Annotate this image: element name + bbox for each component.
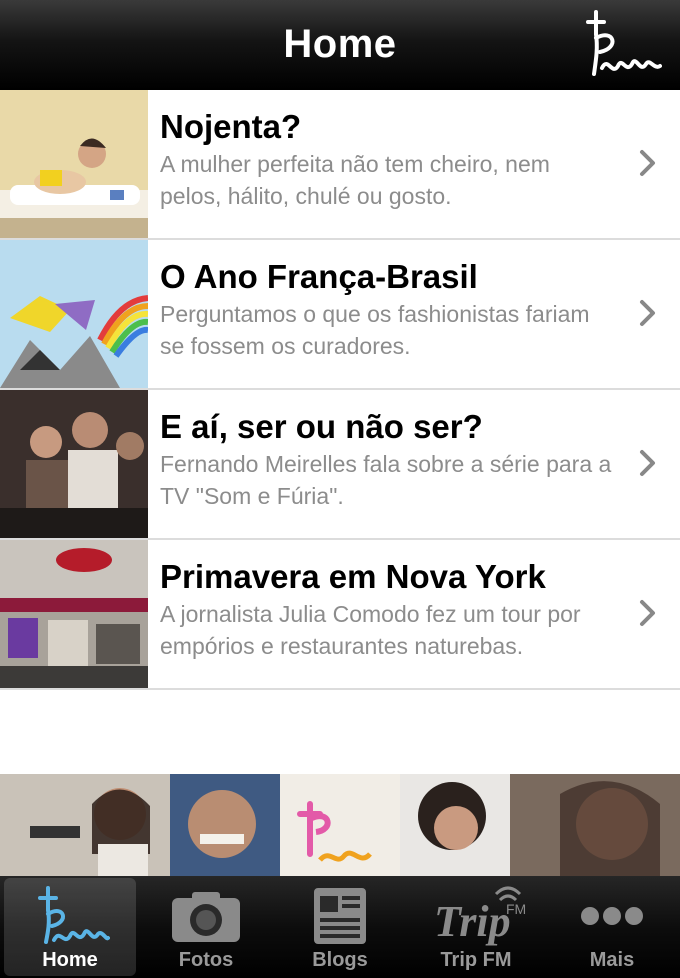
tpm-logo-icon[interactable]: [574, 8, 662, 82]
svg-text:Trip: Trip: [434, 897, 511, 946]
promo-banner[interactable]: [0, 774, 680, 876]
camera-icon: [172, 892, 240, 942]
article-thumbnail: [0, 390, 148, 538]
article-list: Nojenta? A mulher perfeita não tem cheir…: [0, 90, 680, 690]
list-item[interactable]: Primavera em Nova York A jornalista Juli…: [0, 540, 680, 690]
article-description: A mulher perfeita não tem cheiro, nem pe…: [160, 151, 550, 209]
article-title: E aí, ser ou não ser?: [160, 408, 483, 445]
tab-label: Blogs: [312, 949, 368, 971]
chevron-right-icon: [640, 300, 655, 326]
tab-label: Fotos: [178, 949, 234, 971]
tab-trip-fm[interactable]: Trip FM Trip FM: [410, 878, 542, 976]
tab-label: Trip FM: [440, 949, 512, 971]
article-description: Perguntamos o que os fashionistas fariam…: [160, 301, 590, 359]
chevron-right-icon: [640, 450, 655, 476]
chevron-right-icon: [640, 600, 655, 626]
list-item[interactable]: E aí, ser ou não ser? Fernando Meirelles…: [0, 390, 680, 540]
tab-mais[interactable]: Mais: [546, 878, 678, 976]
svg-text:FM: FM: [506, 901, 526, 917]
tab-fotos[interactable]: Fotos: [140, 878, 272, 976]
article-thumbnail: [0, 90, 148, 238]
article-title: Nojenta?: [160, 108, 302, 145]
tab-blogs[interactable]: Blogs: [274, 878, 406, 976]
tab-label: Home: [42, 949, 98, 971]
list-item[interactable]: Nojenta? A mulher perfeita não tem cheir…: [0, 90, 680, 240]
article-thumbnail: [0, 540, 148, 688]
tpm-logo-icon: [38, 886, 110, 944]
chevron-right-icon: [640, 150, 655, 176]
list-item[interactable]: O Ano França-Brasil Perguntamos o que os…: [0, 240, 680, 390]
article-description: Fernando Meirelles fala sobre a série pa…: [160, 451, 612, 509]
article-thumbnail: [0, 240, 148, 388]
tab-home[interactable]: Home: [4, 878, 136, 976]
article-title: Primavera em Nova York: [160, 558, 546, 595]
newspaper-icon: [314, 888, 366, 944]
article-title: O Ano França-Brasil: [160, 258, 478, 295]
tab-label: Mais: [589, 949, 635, 971]
navigation-bar: Home: [0, 0, 680, 90]
article-description: A jornalista Julia Comodo fez um tour po…: [160, 601, 581, 659]
trip-fm-icon: Trip FM: [434, 886, 526, 946]
more-dots-icon: [581, 907, 643, 925]
tab-bar: Home Fotos Blogs Trip FM Trip FM Mais: [0, 876, 680, 978]
